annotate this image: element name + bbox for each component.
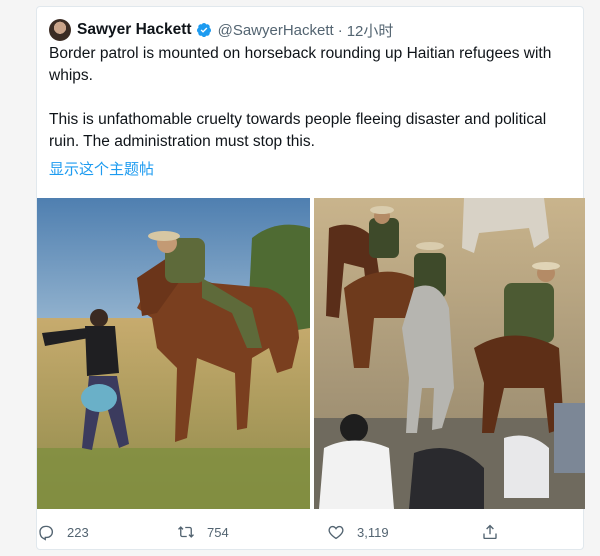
- show-thread-link[interactable]: 显示这个主题帖: [49, 158, 154, 179]
- retweet-button[interactable]: 754: [177, 523, 229, 541]
- like-count: 3,119: [357, 524, 389, 540]
- retweet-count: 754: [207, 524, 229, 540]
- like-button[interactable]: 3,119: [327, 523, 389, 541]
- share-icon: [483, 524, 497, 540]
- reply-icon: [39, 525, 54, 541]
- tweet-paragraph-2: This is unfathomable cruelty towards peo…: [49, 111, 547, 150]
- reply-button[interactable]: 223: [37, 523, 89, 541]
- tweet-header: Sawyer Hackett @SawyerHackett · 12小时: [49, 19, 393, 41]
- tweet-paragraph-1: Border patrol is mounted on horseback ro…: [49, 45, 552, 84]
- photo-left[interactable]: [37, 198, 310, 509]
- reply-count: 223: [67, 524, 89, 540]
- tweet-text: Border patrol is mounted on horseback ro…: [49, 43, 569, 153]
- share-button[interactable]: [481, 523, 511, 541]
- avatar[interactable]: [49, 19, 71, 41]
- handle[interactable]: @SawyerHackett: [218, 22, 334, 39]
- tweet-media: [37, 198, 585, 509]
- timestamp[interactable]: 12小时: [347, 20, 394, 41]
- horseback-photo-left: [37, 198, 310, 509]
- tweet-card[interactable]: Sawyer Hackett @SawyerHackett · 12小时 Bor…: [36, 6, 585, 550]
- separator-dot: ·: [337, 21, 343, 39]
- verified-badge-icon: [196, 23, 211, 38]
- tweet-actions: 223 754 3,119: [37, 521, 585, 543]
- horseback-photo-right: [314, 198, 585, 509]
- photo-right[interactable]: [314, 198, 585, 509]
- display-name[interactable]: Sawyer Hackett: [77, 21, 192, 39]
- retweet-icon: [178, 526, 194, 538]
- like-icon: [328, 525, 344, 540]
